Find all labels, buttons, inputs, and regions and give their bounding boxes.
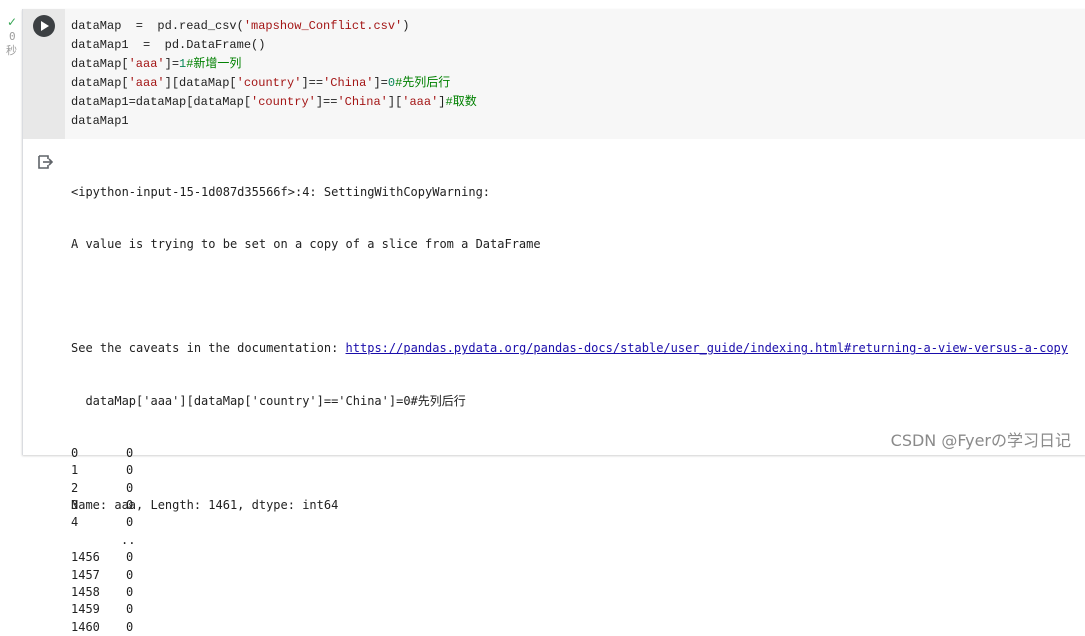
code-token: dataMap1 bbox=[71, 114, 129, 128]
series-value: 0 bbox=[126, 515, 134, 530]
warning-source-line: dataMap['aaa'][dataMap['country']=='Chin… bbox=[71, 393, 466, 408]
output-icon[interactable] bbox=[37, 154, 53, 170]
series-value: 0 bbox=[126, 619, 134, 634]
series-index: 1456 bbox=[71, 550, 100, 565]
series-row: 1457 0 bbox=[71, 567, 1081, 584]
series-row: 1458 0 bbox=[71, 584, 1081, 601]
caveats-prefix: See the caveats in the documentation: bbox=[71, 341, 346, 356]
series-index: 1458 bbox=[71, 584, 100, 599]
execution-time-unit: 秒 bbox=[6, 44, 17, 57]
code-line: dataMap1 bbox=[71, 112, 1071, 131]
series-value: 0 bbox=[126, 550, 134, 565]
code-cell[interactable]: dataMap = pd.read_csv('mapshow_Conflict.… bbox=[22, 9, 1085, 634]
series-row: 40 bbox=[71, 514, 1081, 531]
series-value: 0 bbox=[126, 602, 134, 617]
series-index: 4 bbox=[71, 515, 79, 530]
series-row: 10 bbox=[71, 462, 1081, 479]
series-value: 0 bbox=[126, 463, 134, 478]
series-index: 1459 bbox=[71, 602, 100, 617]
series-value: 0 bbox=[126, 445, 134, 460]
series-row: 1456 0 bbox=[71, 549, 1081, 566]
pandas-docs-link[interactable]: https://pandas.pydata.org/pandas-docs/st… bbox=[346, 341, 1068, 355]
caveats-line: See the caveats in the documentation: ht… bbox=[71, 340, 1081, 357]
code-token-str: 'country' bbox=[251, 95, 316, 109]
code-token-com: #取数 bbox=[445, 95, 477, 109]
cell-gutter: ✓ 0 秒 bbox=[0, 0, 22, 460]
code-token: ][ bbox=[387, 95, 403, 109]
code-token: ]= bbox=[164, 57, 180, 71]
code-token: ) bbox=[402, 19, 410, 33]
check-icon: ✓ bbox=[7, 15, 18, 29]
series-value: 0 bbox=[126, 584, 134, 599]
code-token: dataMap1=dataMap[dataMap[ bbox=[71, 95, 252, 109]
series-index: 2 bbox=[71, 480, 79, 495]
code-token-str: 'China' bbox=[337, 95, 388, 109]
code-token-str: 'aaa' bbox=[128, 57, 165, 71]
code-token: dataMap[ bbox=[71, 57, 129, 71]
code-line: dataMap['aaa']=1#新增一列 bbox=[71, 55, 1071, 74]
series-row: 20 bbox=[71, 480, 1081, 497]
code-token: dataMap = pd.read_csv( bbox=[71, 19, 244, 33]
series-value: 0 bbox=[126, 567, 134, 582]
series-summary: Name: aaa, Length: 1461, dtype: int64 bbox=[71, 498, 339, 513]
watermark: CSDN @Fyerの学习日记 bbox=[890, 431, 1071, 450]
code-token: ]= bbox=[373, 76, 388, 90]
code-line: dataMap1 = pd.DataFrame() bbox=[71, 36, 1071, 55]
execution-count: 0 bbox=[9, 30, 16, 43]
series-row: 1460 0 bbox=[71, 619, 1081, 636]
code-token-com: #先列后行 bbox=[395, 76, 451, 90]
warning-message: A value is trying to be set on a copy of… bbox=[71, 237, 541, 252]
series-row: 1459 0 bbox=[71, 601, 1081, 618]
series-row: .. bbox=[71, 532, 1081, 549]
code-line: dataMap1=dataMap[dataMap['country']=='Ch… bbox=[71, 93, 1071, 112]
code-token: ]== bbox=[315, 95, 338, 109]
code-token: ]== bbox=[301, 76, 324, 90]
code-token: dataMap[ bbox=[71, 76, 129, 90]
code-token: ][dataMap[ bbox=[164, 76, 237, 90]
code-token-num: 0 bbox=[387, 76, 396, 90]
code-token-str: 'aaa' bbox=[128, 76, 165, 90]
code-editor[interactable]: dataMap = pd.read_csv('mapshow_Conflict.… bbox=[71, 17, 1071, 131]
code-token-str: 'country' bbox=[236, 76, 302, 90]
code-token-str: 'China' bbox=[323, 76, 374, 90]
series-index: 1 bbox=[71, 463, 79, 478]
run-cell-button[interactable] bbox=[33, 15, 55, 37]
code-editor-area[interactable]: dataMap = pd.read_csv('mapshow_Conflict.… bbox=[23, 9, 1085, 139]
cell-output: <ipython-input-15-1d087d35566f>:4: Setti… bbox=[71, 149, 1081, 634]
code-token-str: 'mapshow_Conflict.csv' bbox=[243, 19, 403, 33]
series-index: 1457 bbox=[71, 567, 100, 582]
code-line: dataMap = pd.read_csv('mapshow_Conflict.… bbox=[71, 17, 1071, 36]
code-token: dataMap1 = pd.DataFrame() bbox=[71, 38, 266, 52]
series-index: 1460 bbox=[71, 619, 100, 634]
warning-header: <ipython-input-15-1d087d35566f>:4: Setti… bbox=[71, 184, 491, 199]
run-column bbox=[23, 9, 65, 139]
code-token-str: 'aaa' bbox=[402, 95, 439, 109]
code-token: ] bbox=[438, 95, 446, 109]
code-line: dataMap['aaa'][dataMap['country']=='Chin… bbox=[71, 74, 1071, 93]
series-value: .. bbox=[121, 532, 136, 547]
code-token-com: #新增一列 bbox=[186, 57, 242, 71]
series-value: 0 bbox=[126, 480, 134, 495]
